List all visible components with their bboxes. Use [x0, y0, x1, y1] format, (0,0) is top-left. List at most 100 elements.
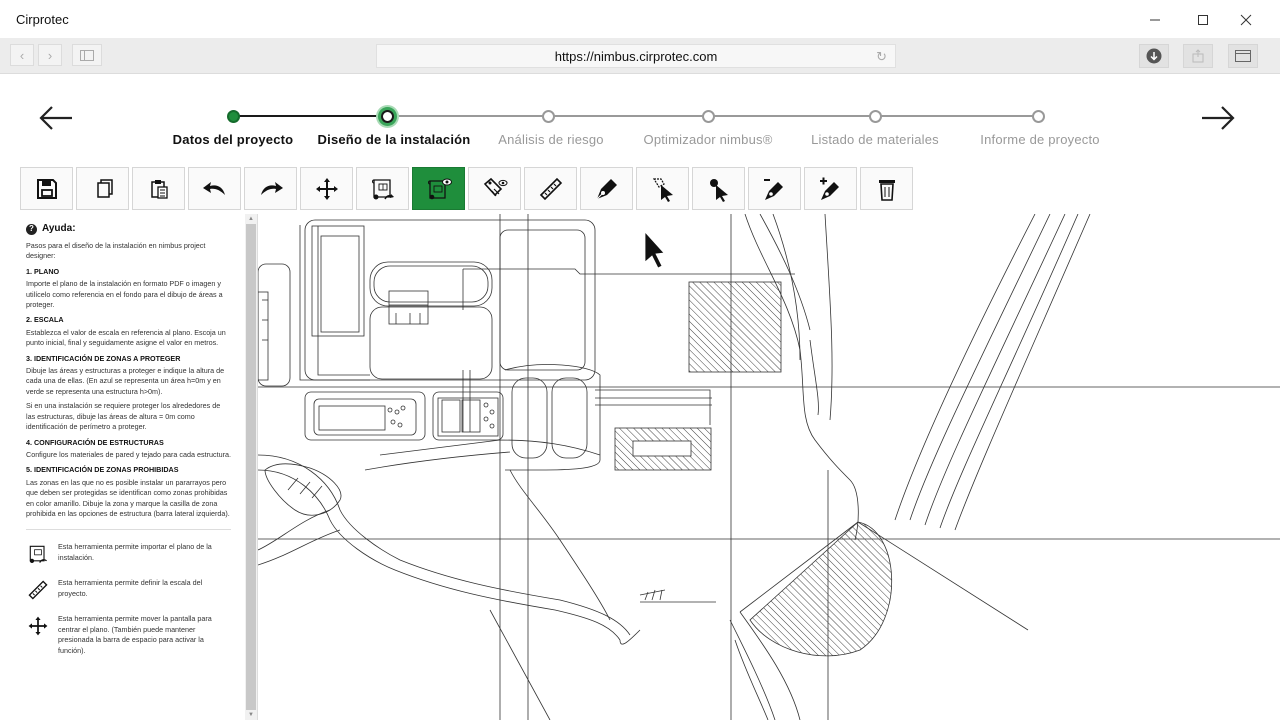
help-section-text: Establezca el valor de escala en referen… [26, 327, 226, 348]
browser-toolbar: ‹ › https://nimbus.cirprotec.com ↻ [0, 38, 1280, 74]
share-button[interactable] [1183, 44, 1213, 68]
undo-icon [202, 181, 225, 195]
forward-button[interactable]: › [38, 44, 62, 66]
import-plan-button[interactable] [356, 167, 409, 210]
help-section-text: Si en una instalación se requiere proteg… [26, 401, 221, 432]
help-title: Ayuda: [42, 223, 76, 235]
pen-button[interactable] [580, 167, 633, 210]
minimize-button[interactable] [1143, 8, 1167, 32]
chevron-left-icon: ‹ [19, 47, 25, 63]
mouse-cursor-icon [644, 230, 665, 269]
help-section-title: 2. ESCALA [26, 315, 64, 325]
scrollbar-thumb[interactable] [246, 224, 256, 710]
step-label-optimizador[interactable]: Optimizador nimbus® [644, 132, 773, 147]
import-plan-icon [371, 178, 394, 199]
move-icon [28, 616, 48, 636]
step-dot-datos[interactable] [227, 110, 240, 123]
help-intro: Pasos para el diseño de la instalación e… [26, 241, 206, 261]
tabs-button[interactable] [1228, 44, 1258, 68]
move-icon [315, 177, 338, 200]
download-button[interactable] [1139, 44, 1169, 68]
ruler-icon [28, 580, 48, 600]
step-label-diseno[interactable]: Diseño de la instalación [318, 132, 471, 147]
copy-button[interactable] [76, 167, 129, 210]
paste-button[interactable] [132, 167, 185, 210]
sidebar-icon [80, 49, 94, 61]
sidebar-scrollbar[interactable]: ▲ ▼ [245, 214, 257, 720]
select-point-icon [709, 178, 728, 202]
window-titlebar: Cirprotec [0, 0, 1280, 38]
address-bar[interactable]: https://nimbus.cirprotec.com ↻ [376, 44, 896, 68]
step-dot-listado[interactable] [869, 110, 882, 123]
tool-help-item: Esta herramienta permite mover la pantal… [26, 614, 231, 656]
wizard-stepper: Datos del proyecto Diseño de la instalac… [0, 74, 1280, 162]
help-divider [26, 529, 231, 531]
tool-help-item: Esta herramienta permite importar el pla… [26, 542, 231, 566]
help-section-text: Las zonas en las que no es posible insta… [26, 477, 230, 518]
previous-step-button[interactable] [36, 98, 76, 138]
copy-icon [96, 178, 113, 198]
tool-help-text: Esta herramienta permite definir la esca… [58, 578, 203, 598]
share-icon [1192, 49, 1204, 63]
tag-view-icon [483, 177, 507, 196]
pen-minus-icon [763, 178, 783, 200]
step-label-informe[interactable]: Informe de proyecto [980, 132, 1099, 147]
app-title: Cirprotec [16, 12, 69, 27]
help-sidebar: ? Ayuda: Pasos para el diseño de la inst… [0, 214, 258, 720]
arrow-left-icon [39, 106, 72, 130]
close-button[interactable] [1234, 8, 1258, 32]
step-label-analisis[interactable]: Análisis de riesgo [498, 132, 604, 147]
delete-button[interactable] [860, 167, 913, 210]
close-icon [1240, 14, 1252, 26]
step-dot-diseno[interactable] [381, 110, 394, 123]
pen-minus-button[interactable] [748, 167, 801, 210]
step-label-datos[interactable]: Datos del proyecto [173, 132, 294, 147]
step-dot-informe[interactable] [1032, 110, 1045, 123]
view-plan-button[interactable] [412, 167, 465, 210]
help-section-title: 4. CONFIGURACIÓN DE ESTRUCTURAS [26, 437, 164, 447]
back-button[interactable]: ‹ [10, 44, 34, 66]
select-node-button[interactable] [636, 167, 689, 210]
save-icon [36, 178, 57, 199]
tool-help-item: Esta herramienta permite definir la esca… [26, 578, 231, 602]
step-dot-optimizador[interactable] [702, 110, 715, 123]
trash-icon [878, 179, 895, 201]
download-icon [1146, 48, 1162, 64]
scroll-down-icon[interactable]: ▼ [245, 710, 257, 720]
question-icon: ? [26, 224, 37, 235]
sidebar-toggle-button[interactable] [72, 44, 102, 66]
maximize-button[interactable] [1191, 8, 1215, 32]
save-button[interactable] [20, 167, 73, 210]
view-plan-icon [427, 178, 452, 199]
pen-plus-icon [819, 177, 839, 200]
select-point-button[interactable] [692, 167, 745, 210]
url-text: https://nimbus.cirprotec.com [554, 48, 718, 64]
tag-view-button[interactable] [468, 167, 521, 210]
next-step-button[interactable] [1198, 98, 1238, 138]
import-plan-icon [29, 546, 48, 564]
ruler-button[interactable] [524, 167, 577, 210]
help-header: ? Ayuda: [26, 223, 231, 235]
site-plan [258, 214, 1280, 720]
help-section-title: 3. IDENTIFICACIÓN DE ZONAS A PROTEGER [26, 353, 181, 363]
step-dot-analisis[interactable] [542, 110, 555, 123]
step-label-listado[interactable]: Listado de materiales [811, 132, 939, 147]
chevron-right-icon: › [47, 47, 53, 63]
pen-icon [596, 178, 617, 199]
ruler-icon [539, 177, 562, 200]
help-section-title: 5. IDENTIFICACIÓN DE ZONAS PROHIBIDAS [26, 465, 179, 475]
reload-icon[interactable]: ↻ [876, 49, 887, 65]
help-section-text: Configure los materiales de pared y teja… [26, 449, 231, 459]
pen-plus-button[interactable] [804, 167, 857, 210]
move-button[interactable] [300, 167, 353, 210]
redo-icon [260, 181, 283, 195]
undo-button[interactable] [188, 167, 241, 210]
tool-help-text: Esta herramienta permite importar el pla… [58, 542, 212, 562]
redo-button[interactable] [244, 167, 297, 210]
help-section-text: Dibuje las áreas y estructuras a protege… [26, 366, 225, 396]
design-canvas[interactable] [258, 214, 1280, 720]
scroll-up-icon[interactable]: ▲ [245, 214, 257, 224]
help-section-title: 1. PLANO [26, 266, 60, 276]
arrow-right-icon [1202, 106, 1235, 130]
paste-icon [150, 179, 168, 199]
